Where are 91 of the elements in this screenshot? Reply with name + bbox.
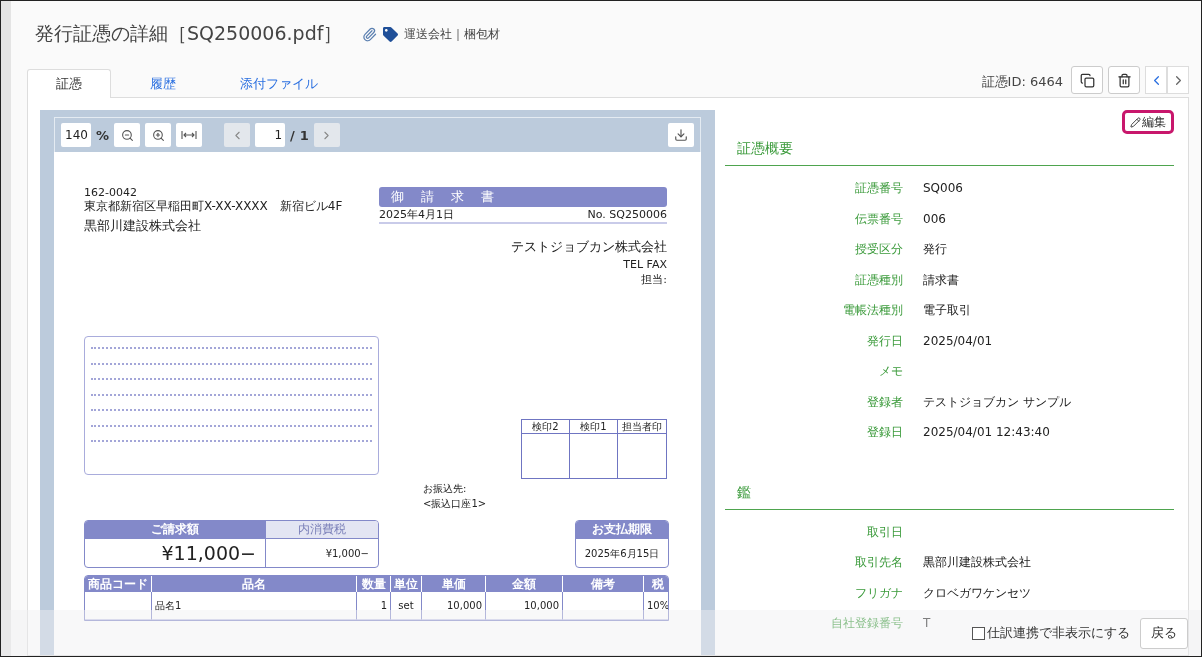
zoom-out-button[interactable] [114, 123, 141, 147]
table-cell: 品名1 [151, 592, 356, 620]
field-label: 証憑種別 [854, 271, 903, 289]
page-title: 発行証憑の詳細［SQ250006.pdf］ [35, 21, 343, 46]
zoom-in-button[interactable] [145, 123, 172, 147]
field-label: 取引日 [866, 523, 903, 541]
issuer-contact: TEL FAX [622, 258, 667, 271]
postal-code: 162-0042 [84, 186, 138, 199]
download-icon [674, 128, 688, 142]
back-button[interactable]: 戻る [1140, 617, 1188, 649]
previous-button[interactable] [1145, 66, 1167, 94]
amount-value: ¥11,000− [85, 538, 265, 567]
field-label: 自社登録番号 [830, 615, 903, 632]
column-header: 品名 [151, 576, 356, 592]
amount-label: ご請求額 [85, 521, 265, 538]
issuer-name: テストジョブカン株式会社 [510, 238, 667, 256]
column-header: 単価 [421, 576, 485, 592]
due-label: お支払期限 [576, 521, 668, 538]
field-value: SQ006 [923, 181, 963, 195]
field-label: 電帳法種別 [842, 302, 903, 319]
table-cell: 10% [643, 592, 668, 620]
field-label: 取引先名 [854, 554, 903, 571]
section-title: 証憑概要 [725, 134, 1174, 166]
field-label: 伝票番号 [854, 210, 903, 228]
invoice-number: No. SQ250006 [587, 208, 667, 221]
field-label: 授受区分 [854, 241, 903, 258]
tab[interactable]: 履歴 [121, 69, 205, 98]
stamp-label: 担当者印 [618, 420, 666, 434]
edit-button[interactable]: 編集 [1122, 110, 1174, 134]
field-label: 登録日 [866, 424, 903, 441]
invoice-title: 御 請 求 書 [379, 187, 667, 207]
column-header: 商品コード [85, 576, 151, 592]
recipient-name: 黒部川建設株式会社 [84, 217, 202, 235]
column-header: 備考 [562, 576, 643, 592]
section-title: 鑑 [725, 477, 1174, 510]
field-value: 黒部川建設株式会社 [923, 555, 1031, 569]
copy-icon [1079, 72, 1095, 88]
tag-icon [383, 26, 399, 42]
page-total: 1 [299, 127, 309, 143]
bank-label: お振込先: [423, 482, 468, 496]
tax-value: ¥1,000− [265, 538, 378, 567]
percent-sign: % [96, 127, 110, 143]
zoom-out-icon [120, 128, 134, 142]
table-cell: 10,000 [421, 592, 485, 620]
hide-checkbox[interactable]: 仕訳連携で非表示にする [972, 624, 1130, 642]
field-value: クロベガワケンセツ [923, 585, 1031, 600]
delete-button[interactable] [1108, 66, 1140, 94]
voucher-id: 証憑ID: 6464 [981, 73, 1063, 91]
copy-button[interactable] [1071, 66, 1103, 94]
field-label: 発行日 [866, 332, 903, 350]
tag-list: 運送会社｜梱包材 [404, 25, 501, 43]
page-separator: / [290, 127, 295, 143]
fit-width-icon [181, 130, 198, 140]
field-value: 2025/04/01 12:43:40 [923, 425, 1050, 439]
field-value: T [923, 616, 931, 630]
field-value: 電子取引 [923, 303, 971, 317]
column-header: 数量 [356, 576, 390, 592]
column-header: 単位 [390, 576, 421, 592]
next-button[interactable] [1167, 66, 1189, 94]
page-field[interactable]: 1 [255, 123, 286, 147]
due-date: 2025年6月15日 [576, 538, 668, 567]
field-label: フリガナ [854, 584, 903, 602]
pencil-icon [1130, 116, 1141, 128]
tab[interactable]: 添付ファイル [211, 69, 347, 98]
fit-width-button[interactable] [176, 123, 203, 147]
column-header: 金額 [485, 576, 562, 592]
table-cell: 1 [356, 592, 390, 620]
invoice-date: 2025年4月1日 [379, 208, 454, 221]
field-value: テストジョブカン サンプル [923, 394, 1071, 409]
field-value: 006 [923, 211, 946, 226]
stamp-label: 検印1 [570, 420, 618, 434]
table-cell: set [390, 592, 421, 620]
tab[interactable]: 証憑 [27, 69, 111, 98]
column-header: 税 [643, 576, 668, 592]
tax-label: 内消費税 [265, 521, 378, 538]
zoom-in-icon [151, 128, 165, 142]
field-label: 登録者 [866, 393, 903, 411]
field-label: 証憑番号 [854, 180, 903, 197]
download-button[interactable] [668, 123, 694, 147]
bank-account: <振込口座1> [423, 497, 488, 511]
field-label: メモ [878, 363, 903, 380]
field-value: 発行 [923, 242, 947, 256]
trash-icon [1116, 72, 1132, 88]
person-in-charge: 担当: [640, 273, 667, 286]
address: 東京都新宿区早稲田町X-XX-XXXX 新宿ビル4F [84, 199, 344, 213]
stamp-label: 検印2 [522, 420, 570, 434]
paperclip-icon [362, 26, 378, 42]
table-cell: 10,000 [485, 592, 562, 620]
zoom-field[interactable]: 140 [61, 123, 91, 147]
field-value: 2025/04/01 [923, 333, 993, 348]
field-value: 請求書 [923, 272, 959, 287]
